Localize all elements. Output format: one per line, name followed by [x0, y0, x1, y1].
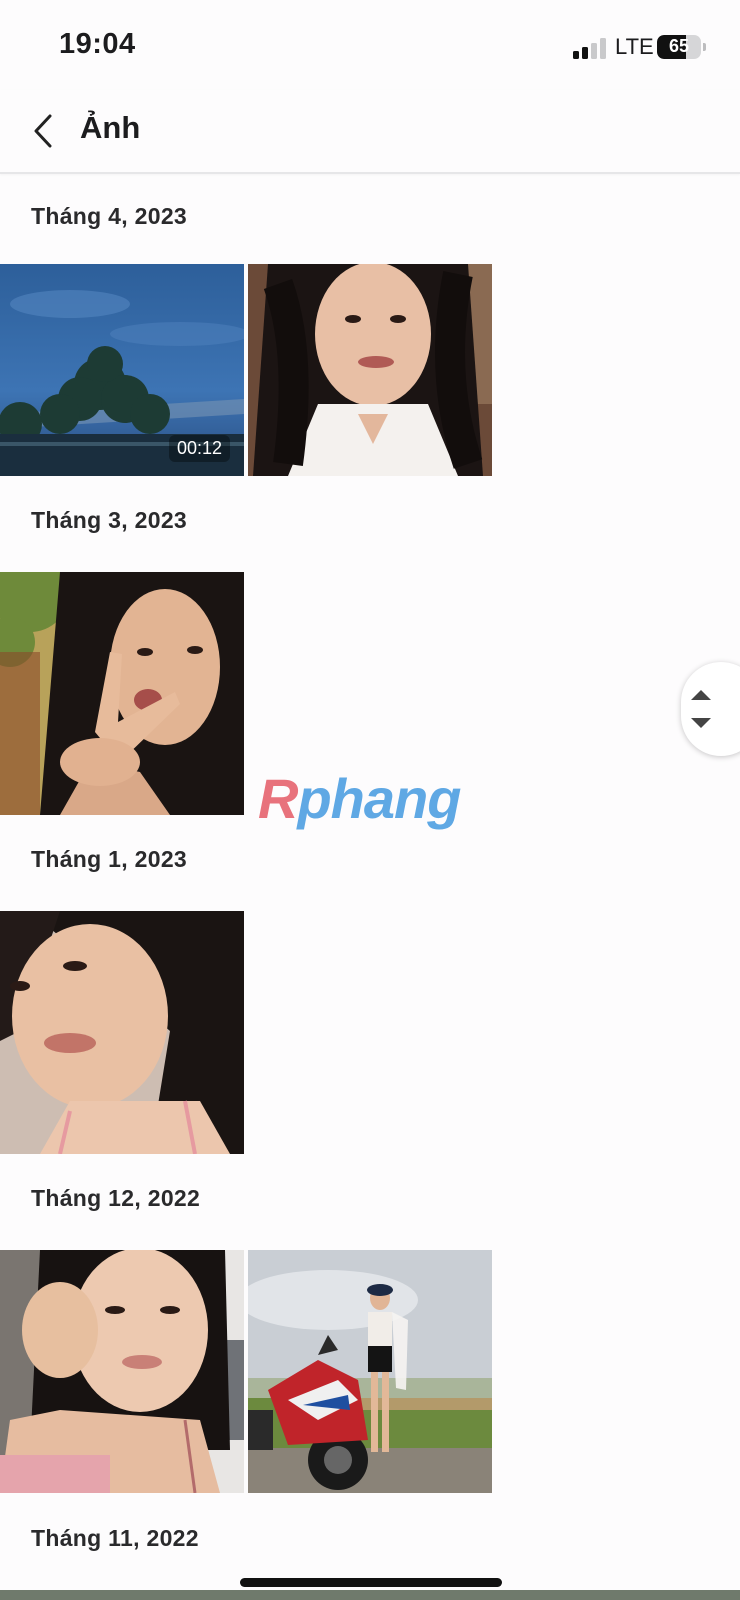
photo-thumbnail-6[interactable] — [248, 1250, 492, 1493]
photo-thumbnail-5[interactable] — [0, 1250, 244, 1493]
back-button[interactable] — [22, 108, 64, 154]
watermark-logo: Rphang — [258, 766, 461, 831]
photo-thumbnail-row-peek[interactable] — [0, 1590, 740, 1600]
selfie-photo-image — [0, 1250, 244, 1493]
fast-scroll-handle[interactable] — [681, 662, 740, 756]
home-indicator[interactable] — [240, 1578, 502, 1587]
battery-icon: 65 — [657, 35, 701, 59]
photo-thumbnail-2[interactable] — [248, 264, 492, 476]
watermark-first-letter: R — [258, 767, 298, 830]
photo-thumbnail-4[interactable] — [0, 911, 244, 1154]
network-type: LTE — [615, 34, 654, 59]
watermark-rest: phang — [297, 767, 461, 830]
chevron-left-icon — [34, 114, 52, 148]
selfie-photo-image — [0, 911, 244, 1154]
section-label: Tháng 11, 2022 — [31, 1525, 199, 1551]
section-label: Tháng 3, 2023 — [31, 507, 188, 533]
status-time: 19:04 — [59, 28, 136, 60]
motorbike-photo-image — [248, 1250, 492, 1493]
section-label: Tháng 1, 2023 — [31, 846, 188, 872]
page-title: Ảnh — [80, 110, 141, 145]
photo-thumbnail-3[interactable] — [0, 572, 244, 815]
status-bar: 19:04 LTE 65 — [0, 0, 740, 90]
battery-percentage: 65 — [668, 36, 690, 56]
video-duration: 00:12 — [168, 435, 230, 462]
battery-tip — [703, 43, 706, 51]
scroll-up-down-icon — [691, 690, 711, 728]
section-label: Tháng 4, 2023 — [31, 203, 188, 229]
signal-strength-icon — [573, 37, 607, 59]
video-thumbnail-1[interactable]: 00:12 — [0, 264, 244, 476]
selfie-photo-image — [0, 572, 244, 815]
section-label: Tháng 12, 2022 — [31, 1185, 201, 1211]
portrait-photo-image — [248, 264, 492, 476]
top-app-bar: Ảnh — [0, 90, 740, 174]
